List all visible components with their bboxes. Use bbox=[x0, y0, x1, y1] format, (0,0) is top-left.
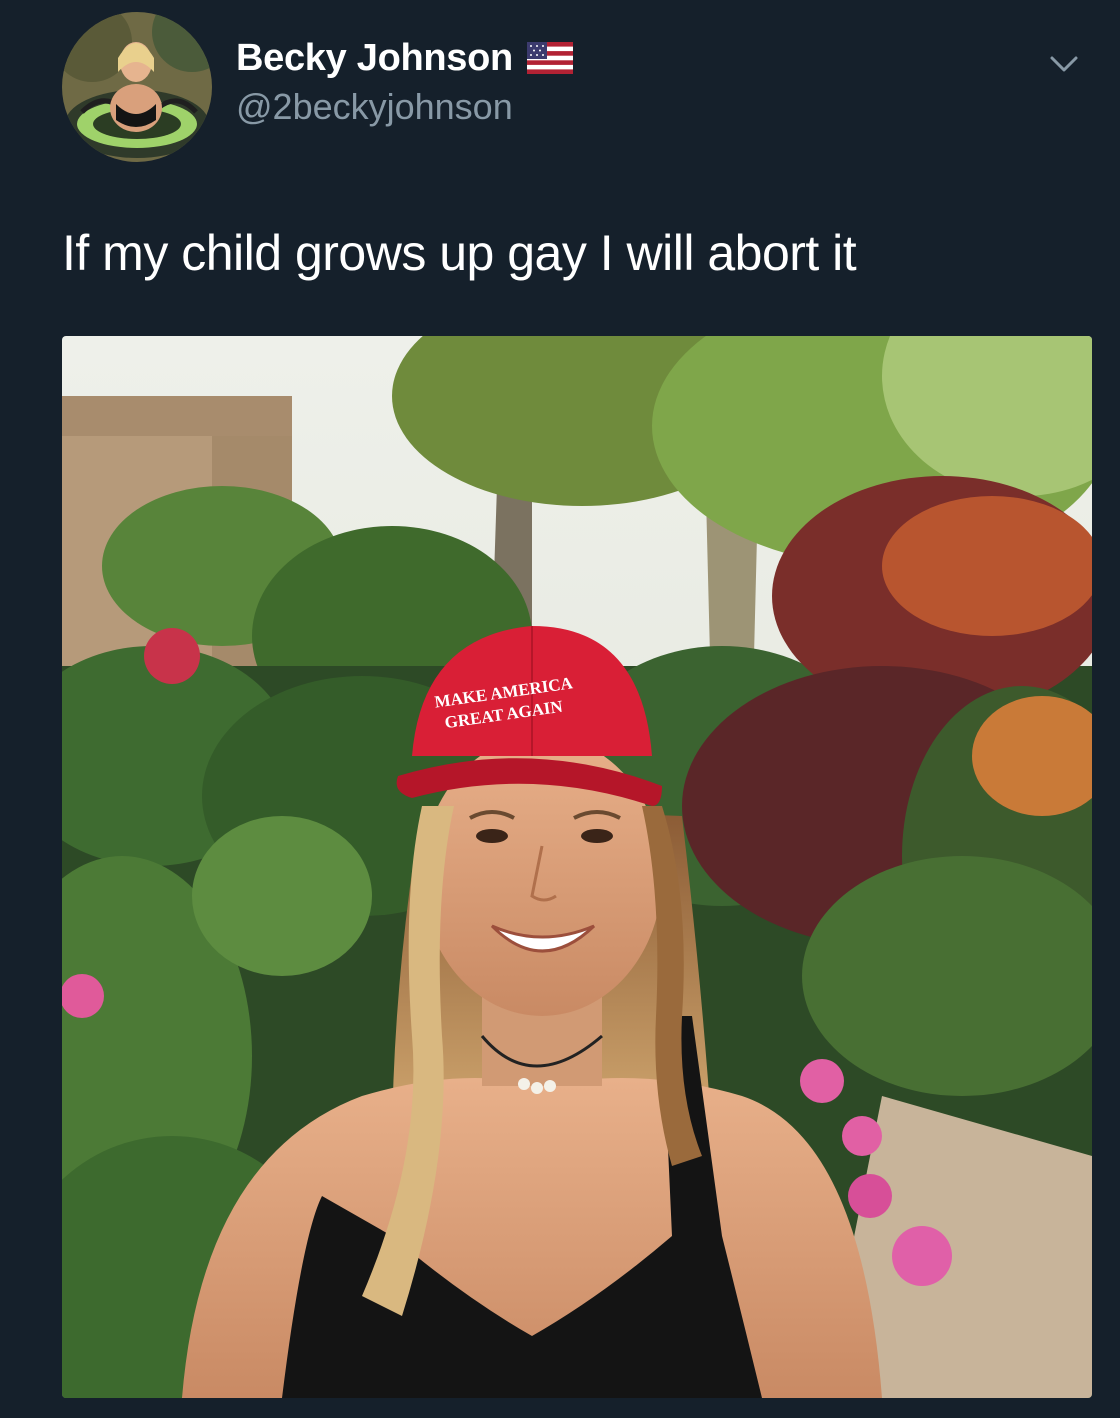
avatar[interactable] bbox=[62, 12, 212, 162]
author-block: Becky Johnson @2beckyjohnson bbox=[236, 36, 573, 128]
tweet-text: If my child grows up gay I will abort it bbox=[62, 225, 857, 281]
tweet-card: Becky Johnson @2beckyjohnson If my child… bbox=[0, 0, 1120, 1418]
more-menu-button[interactable] bbox=[1044, 44, 1084, 84]
display-name[interactable]: Becky Johnson bbox=[236, 37, 513, 80]
display-name-row: Becky Johnson bbox=[236, 36, 573, 80]
handle[interactable]: @2beckyjohnson bbox=[236, 86, 573, 128]
us-flag-icon bbox=[526, 42, 573, 74]
tweet-photo[interactable]: MAKE AMERICA GREAT AGAIN bbox=[62, 336, 1092, 1398]
chevron-down-icon bbox=[1050, 56, 1078, 72]
